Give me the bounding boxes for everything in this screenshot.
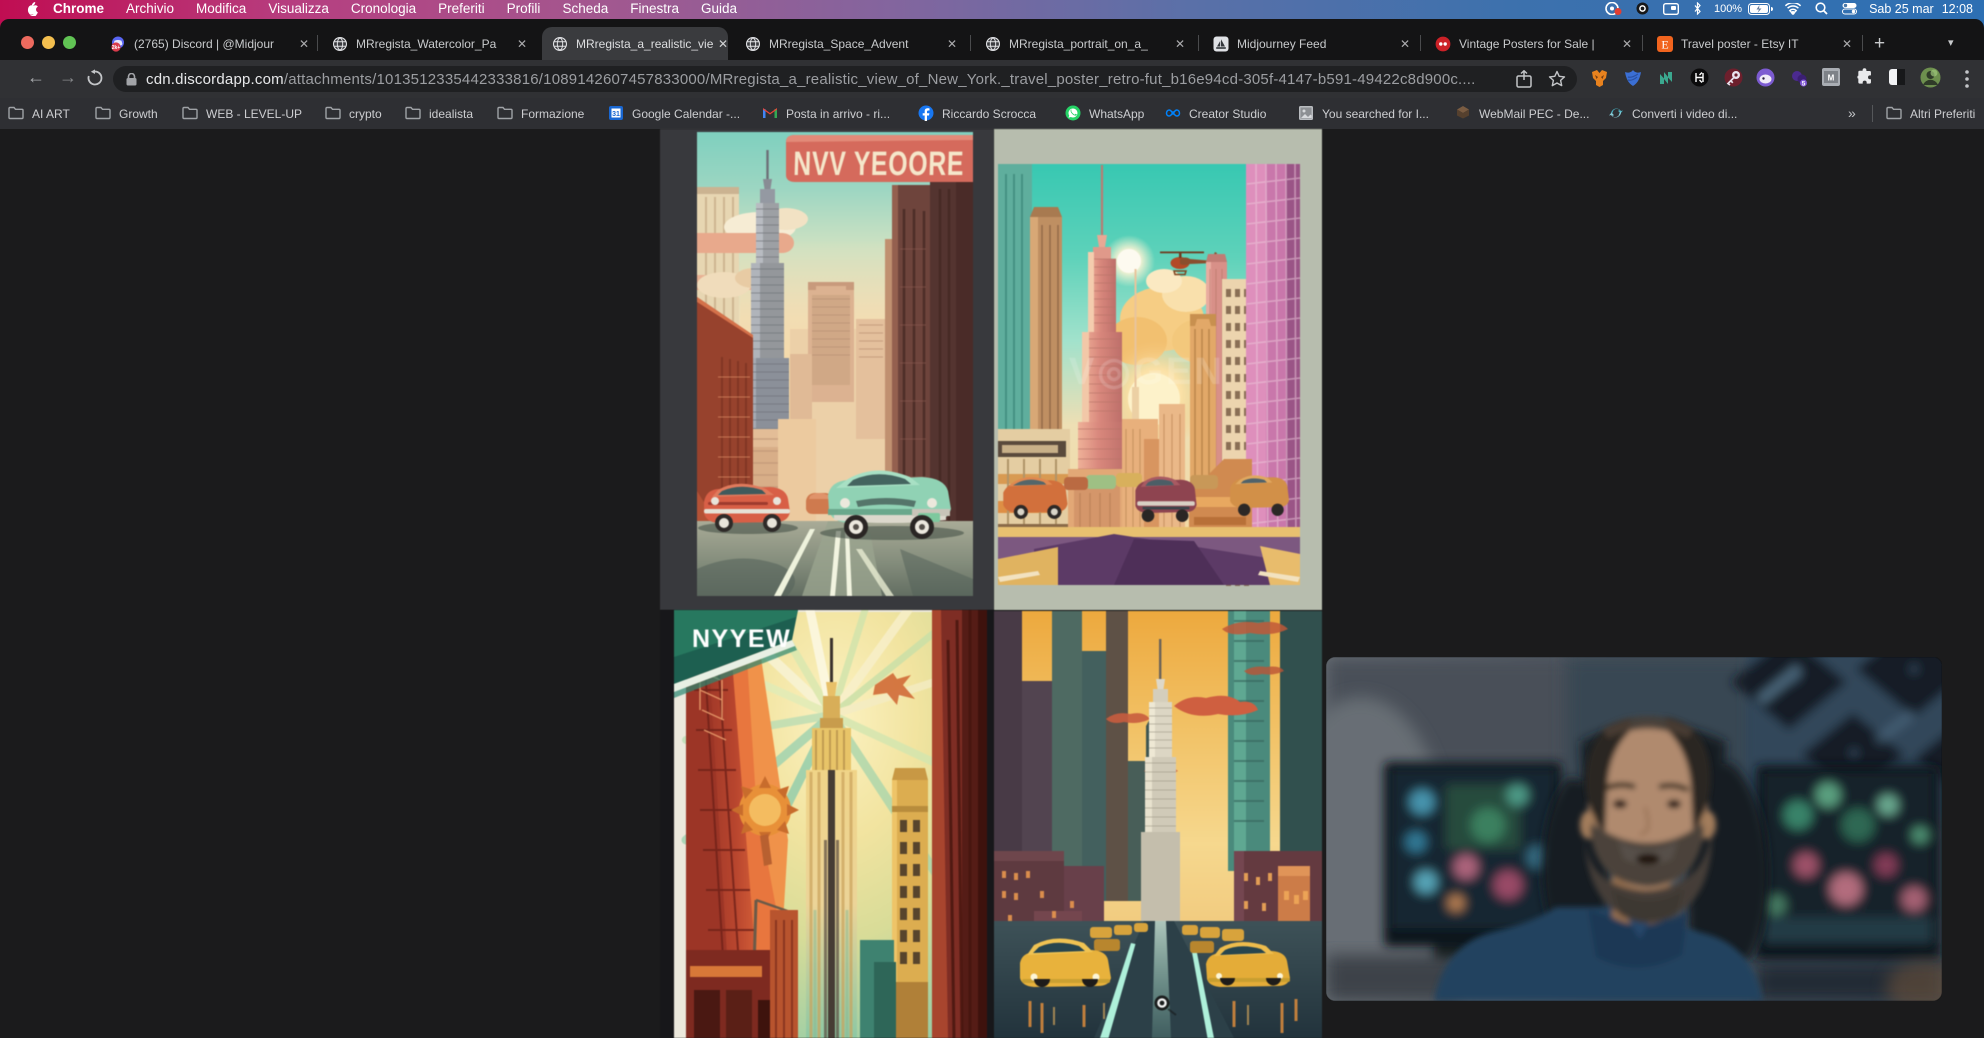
svg-text:M: M — [1828, 74, 1835, 83]
svg-text:NYYEW: NYYEW — [692, 625, 791, 653]
svg-text:5: 5 — [1802, 80, 1806, 87]
svg-text:V◎GEN: V◎GEN — [1069, 351, 1225, 393]
svg-text:2k+: 2k+ — [112, 44, 121, 50]
svg-text:31: 31 — [612, 111, 620, 118]
svg-text:NVV YEOORE: NVV YEOORE — [793, 145, 965, 183]
svg-text:E: E — [1661, 37, 1668, 51]
